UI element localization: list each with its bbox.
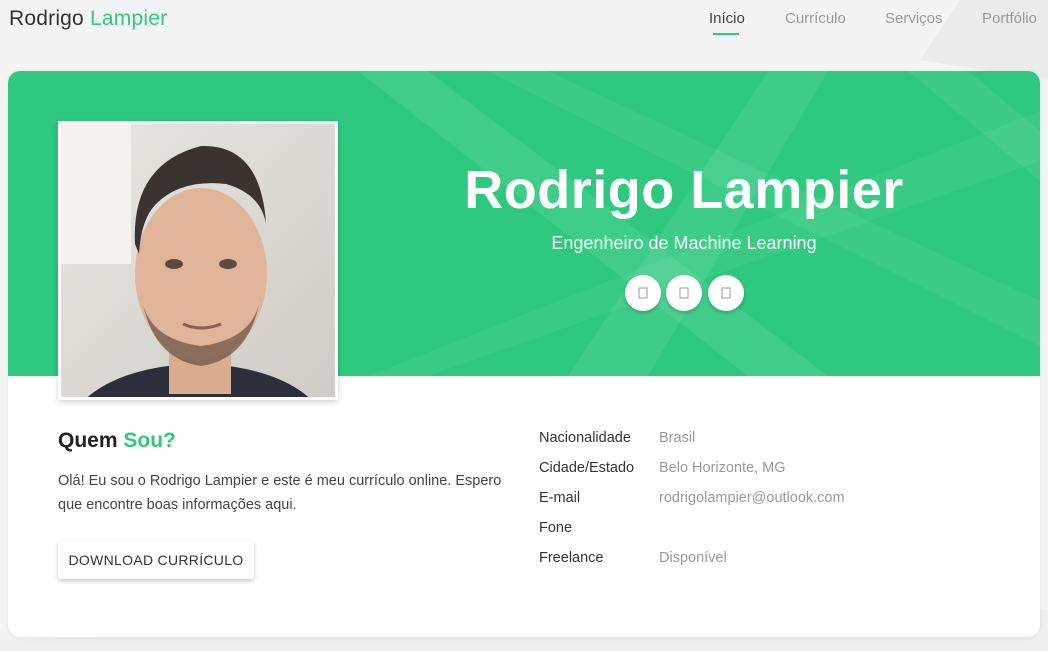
info-row: Nacionalidade Brasil xyxy=(539,430,939,450)
nav-active-indicator xyxy=(713,33,739,35)
info-label: Nacionalidade xyxy=(539,430,631,446)
nav-item-servicos[interactable]: Serviços xyxy=(885,10,943,27)
info-row: Cidade/Estado Belo Horizonte, MG xyxy=(539,460,939,480)
about-title-first: Quem xyxy=(58,429,118,452)
info-label: E-mail xyxy=(539,490,581,506)
download-cv-button[interactable]: DOWNLOAD CURRÍCULO xyxy=(58,541,254,579)
about-title: Quem Sou? xyxy=(58,429,176,453)
info-value: rodrigolampier@outlook.com xyxy=(659,490,845,506)
hero-role: Engenheiro de Machine Learning xyxy=(551,233,817,253)
info-row: E-mail rodrigolampier@outlook.com xyxy=(539,490,939,510)
info-value: Belo Horizonte, MG xyxy=(659,460,786,476)
social-icon-1[interactable] xyxy=(625,275,661,311)
nav-item-curriculo[interactable]: Currículo xyxy=(785,10,846,27)
about-text: Olá! Eu sou o Rodrigo Lampier e este é m… xyxy=(58,473,502,513)
info-value: Brasil xyxy=(659,430,696,446)
square-glyph-icon xyxy=(638,287,648,299)
info-row: Freelance Disponível xyxy=(539,550,939,570)
square-glyph-icon xyxy=(679,287,689,299)
hero-name: Rodrigo Lampier xyxy=(464,160,904,220)
info-label: Fone xyxy=(539,520,573,536)
nav-item-portfolio[interactable]: Portfólio xyxy=(982,10,1037,27)
profile-photo xyxy=(58,121,338,400)
social-icon-2[interactable] xyxy=(666,275,702,311)
square-glyph-icon xyxy=(721,287,731,299)
about-title-second: Sou? xyxy=(123,429,176,452)
profile-photo-illustration xyxy=(61,124,335,397)
info-value: Disponível xyxy=(659,550,727,566)
top-navbar: Rodrigo Lampier Início Currículo Serviço… xyxy=(0,0,1048,60)
main-nav: Início Currículo Serviços Portfólio xyxy=(0,10,1048,50)
info-label: Cidade/Estado xyxy=(539,460,635,476)
info-row: Fone xyxy=(539,520,939,540)
nav-item-inicio[interactable]: Início xyxy=(709,10,745,27)
info-label: Freelance xyxy=(539,550,604,566)
profile-card: Rodrigo Lampier Engenheiro de Machine Le… xyxy=(8,71,1040,637)
social-icon-3[interactable] xyxy=(708,275,744,311)
